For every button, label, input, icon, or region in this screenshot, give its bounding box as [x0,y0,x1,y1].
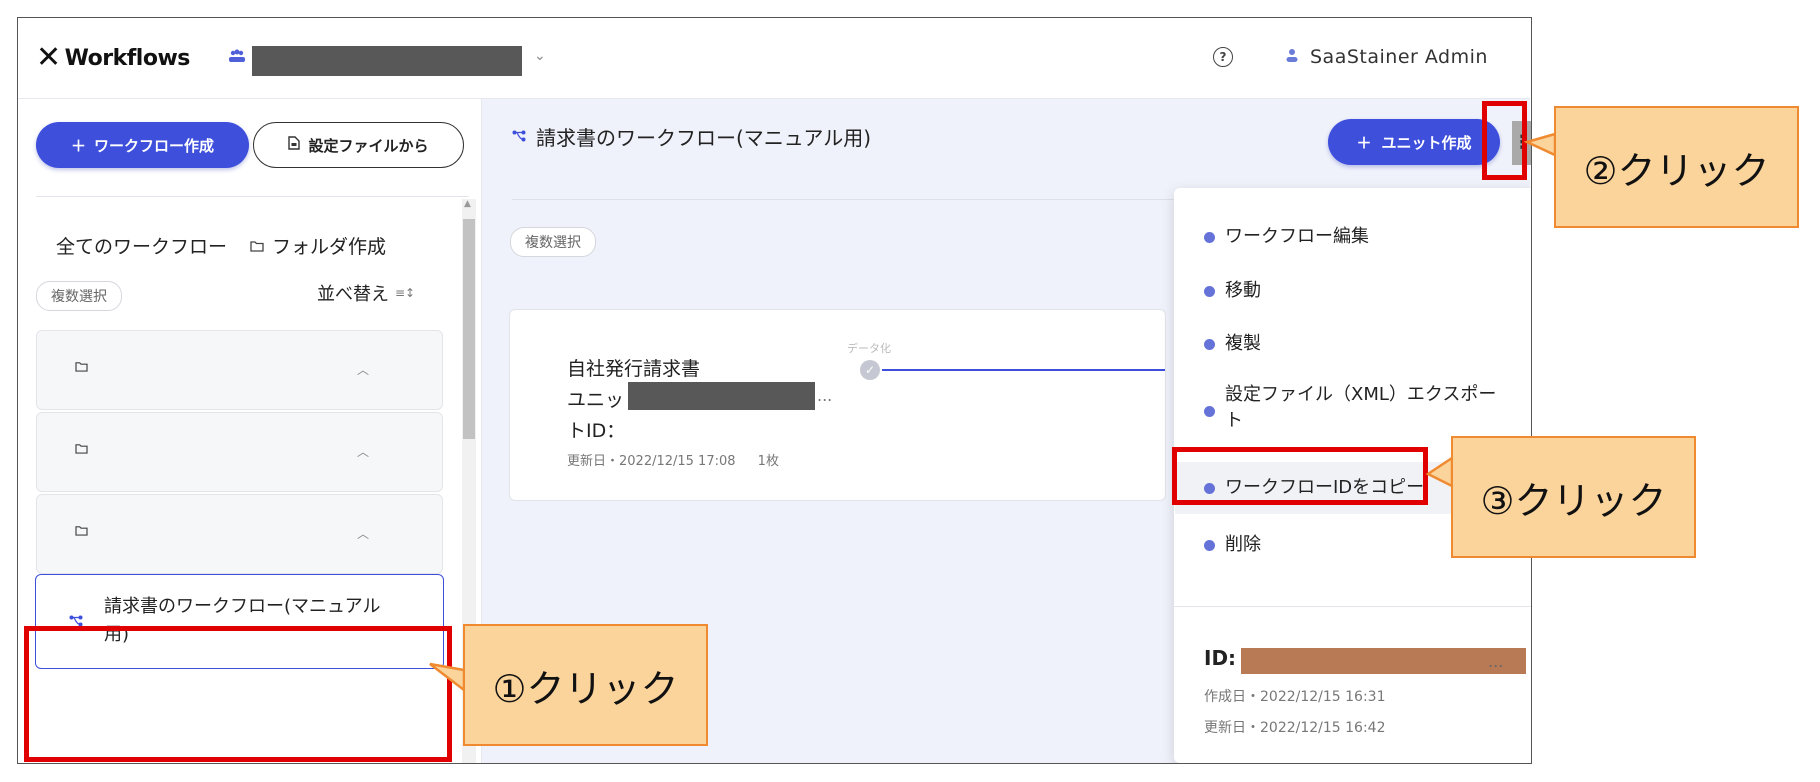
callout-pointer-step3 [1425,455,1454,489]
callout-step2: ②クリック [1554,106,1799,228]
callout-step1: ①クリック [463,624,708,746]
callout-pointers [429,132,1557,693]
callout-step3: ③クリック [1451,436,1696,558]
callout-pointer-step1 [429,662,466,693]
callout-pointer-step2 [1523,132,1557,157]
